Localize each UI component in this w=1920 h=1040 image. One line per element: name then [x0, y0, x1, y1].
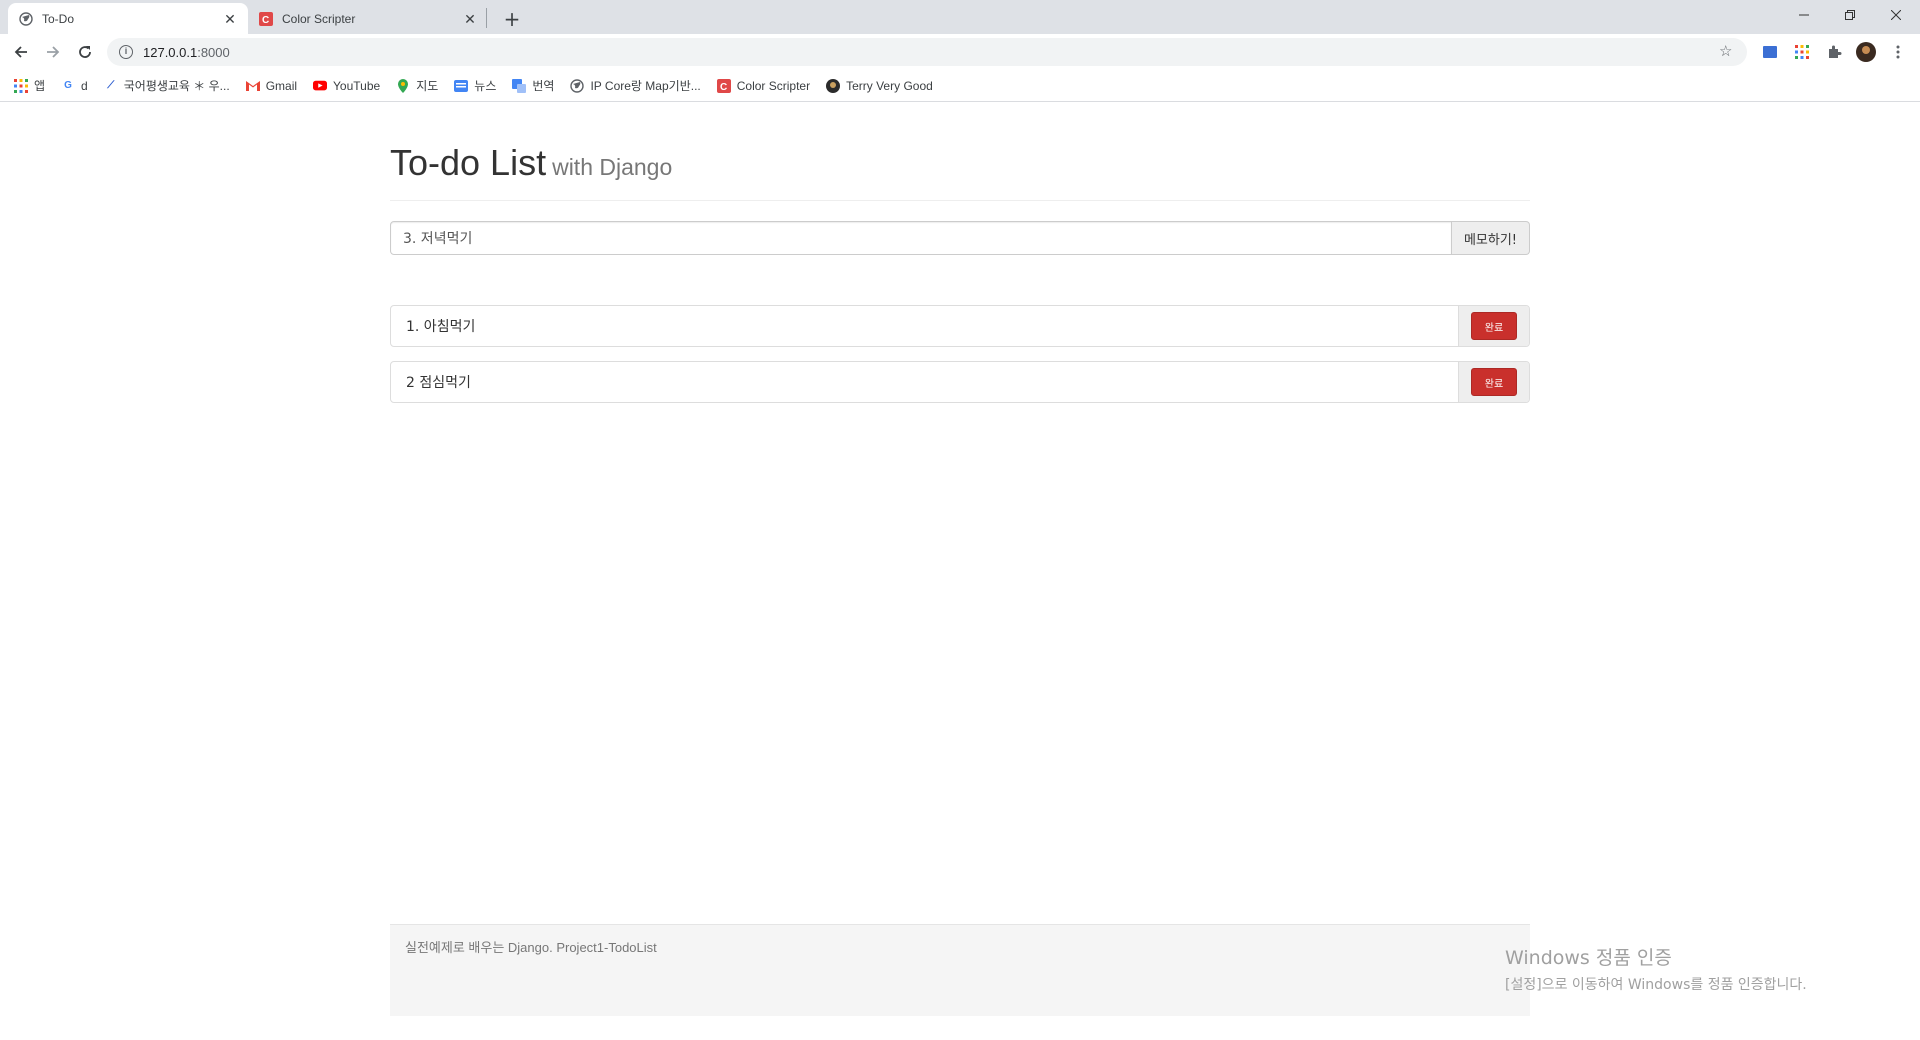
globe-icon — [570, 78, 585, 93]
browser-toolbar: i 127.0.0.1:8000 ☆ — [0, 34, 1920, 70]
page-title-text: To-do List — [390, 142, 547, 183]
extension-bookmark-icon[interactable] — [1760, 42, 1780, 62]
address-bar[interactable]: i 127.0.0.1:8000 ☆ — [107, 38, 1747, 66]
page-subtitle: with Django — [552, 154, 673, 180]
bookmark-maps[interactable]: 지도 — [396, 77, 438, 94]
todo-text: 1. 아침먹기 — [406, 319, 476, 335]
bookmark-translate[interactable]: 번역 — [512, 77, 554, 94]
bookmarks-bar: 앱 G d ⟋ 국어평생교육 ＊ 우... Gmail YouTube 지도 뉴… — [0, 70, 1920, 102]
done-button[interactable]: 완료 — [1471, 368, 1517, 396]
todo-item: 2 점심먹기 완료 — [390, 361, 1530, 403]
bookmark-label: Gmail — [265, 78, 298, 93]
footer-text: 실전예제로 배우는 Django. Project1-TodoList — [405, 940, 657, 955]
page-header: To-do List with Django — [390, 142, 1530, 201]
todo-action-addon: 완료 — [1458, 362, 1529, 402]
tab-todo[interactable]: To-Do ✕ — [8, 3, 248, 34]
minimize-icon[interactable] — [1781, 0, 1827, 30]
youtube-icon — [313, 79, 328, 93]
bookmark-label: IP Core랑 Map기반... — [590, 79, 701, 93]
arrow-logo-icon: ⟋ — [107, 80, 115, 91]
tab-close-icon[interactable]: ✕ — [462, 11, 478, 27]
bookmark-label: Terry Very Good — [846, 78, 933, 93]
browser-tab-bar: To-Do ✕ C Color Scripter ✕ + — [0, 0, 1920, 34]
bookmark-ip-core[interactable]: IP Core랑 Map기반... — [570, 77, 701, 94]
profile-avatar-icon[interactable] — [1856, 42, 1876, 62]
watermark-line1: Windows 정품 인증 — [1505, 947, 1672, 969]
memo-form: 메모하기! — [390, 221, 1530, 255]
bookmark-label: 지도 — [416, 79, 439, 93]
globe-icon — [18, 11, 34, 27]
forward-arrow-icon[interactable] — [40, 39, 66, 65]
extensions-puzzle-icon[interactable] — [1824, 42, 1844, 62]
bookmark-news[interactable]: 뉴스 — [454, 77, 496, 94]
bookmark-label: 앱 — [34, 79, 46, 93]
restore-icon[interactable] — [1827, 0, 1873, 30]
maps-pin-icon — [396, 78, 410, 93]
address-port: :8000 — [197, 44, 230, 60]
bookmark-label: d — [81, 78, 88, 93]
page-title: To-do List with Django — [390, 142, 672, 183]
address-host: 127.0.0.1 — [143, 44, 198, 60]
google-icon: G — [64, 80, 72, 91]
page-container: To-do Listwith Django 메모하기! 1. 아침먹기 완료 2… — [390, 102, 1530, 417]
tab-title: To-Do — [42, 11, 75, 26]
todo-list: 1. 아침먹기 완료 2 점심먹기 완료 — [390, 305, 1530, 403]
bookmark-label: Color Scripter — [736, 78, 811, 93]
reload-icon[interactable] — [72, 39, 98, 65]
bookmark-label: 국어평생교육 ＊ 우... — [123, 79, 230, 93]
bookmark-label: 번역 — [532, 79, 555, 93]
extension-apps-icon[interactable] — [1792, 42, 1812, 62]
color-scripter-icon: C — [716, 78, 731, 93]
watermark-line2: [설정]으로 이동하여 Windows를 정품 인증합니다. — [1505, 977, 1807, 993]
tab-color-scripter[interactable]: C Color Scripter ✕ — [248, 3, 488, 34]
news-icon — [454, 79, 469, 93]
bookmark-color-scripter[interactable]: C Color Scripter — [716, 78, 811, 93]
bookmark-korean-education[interactable]: ⟋ 국어평생교육 ＊ 우... — [104, 77, 230, 94]
bookmark-gmail[interactable]: Gmail — [245, 78, 298, 93]
tab-separator — [486, 8, 487, 28]
color-scripter-icon: C — [258, 11, 274, 27]
tab-title: Color Scripter — [282, 11, 356, 26]
apps-grid-icon — [14, 78, 28, 93]
close-window-icon[interactable] — [1873, 0, 1919, 30]
todo-text: 2 점심먹기 — [406, 375, 471, 391]
gmail-icon — [245, 79, 260, 93]
svg-text:C: C — [720, 82, 727, 93]
bookmark-apps[interactable]: 앱 — [14, 77, 45, 94]
new-tab-plus-icon[interactable]: + — [499, 6, 525, 32]
bookmark-youtube[interactable]: YouTube — [313, 79, 380, 93]
menu-kebab-icon[interactable] — [1888, 42, 1908, 62]
bookmark-label: YouTube — [333, 78, 381, 93]
translate-icon — [512, 78, 527, 93]
footer: 실전예제로 배우는 Django. Project1-TodoList — [390, 924, 1530, 1016]
done-button[interactable]: 완료 — [1471, 312, 1517, 340]
bookmark-terry[interactable]: Terry Very Good — [826, 78, 933, 93]
memo-input[interactable] — [390, 221, 1452, 255]
todo-item: 1. 아침먹기 완료 — [390, 305, 1530, 347]
bookmark-star-icon[interactable]: ☆ — [1719, 44, 1735, 60]
windows-activation-watermark: Windows 정품 인증 [설정]으로 이동하여 Windows를 정품 인증… — [1505, 943, 1807, 994]
tab-close-icon[interactable]: ✕ — [222, 11, 238, 27]
site-info-icon[interactable]: i — [119, 45, 133, 59]
svg-text:C: C — [262, 15, 269, 26]
bookmark-label: 뉴스 — [474, 79, 497, 93]
back-arrow-icon[interactable] — [8, 39, 34, 65]
todo-action-addon: 완료 — [1458, 306, 1529, 346]
memo-submit-button[interactable]: 메모하기! — [1451, 221, 1530, 255]
bookmark-google-d[interactable]: G d — [61, 79, 88, 93]
terry-avatar-icon — [826, 78, 841, 93]
